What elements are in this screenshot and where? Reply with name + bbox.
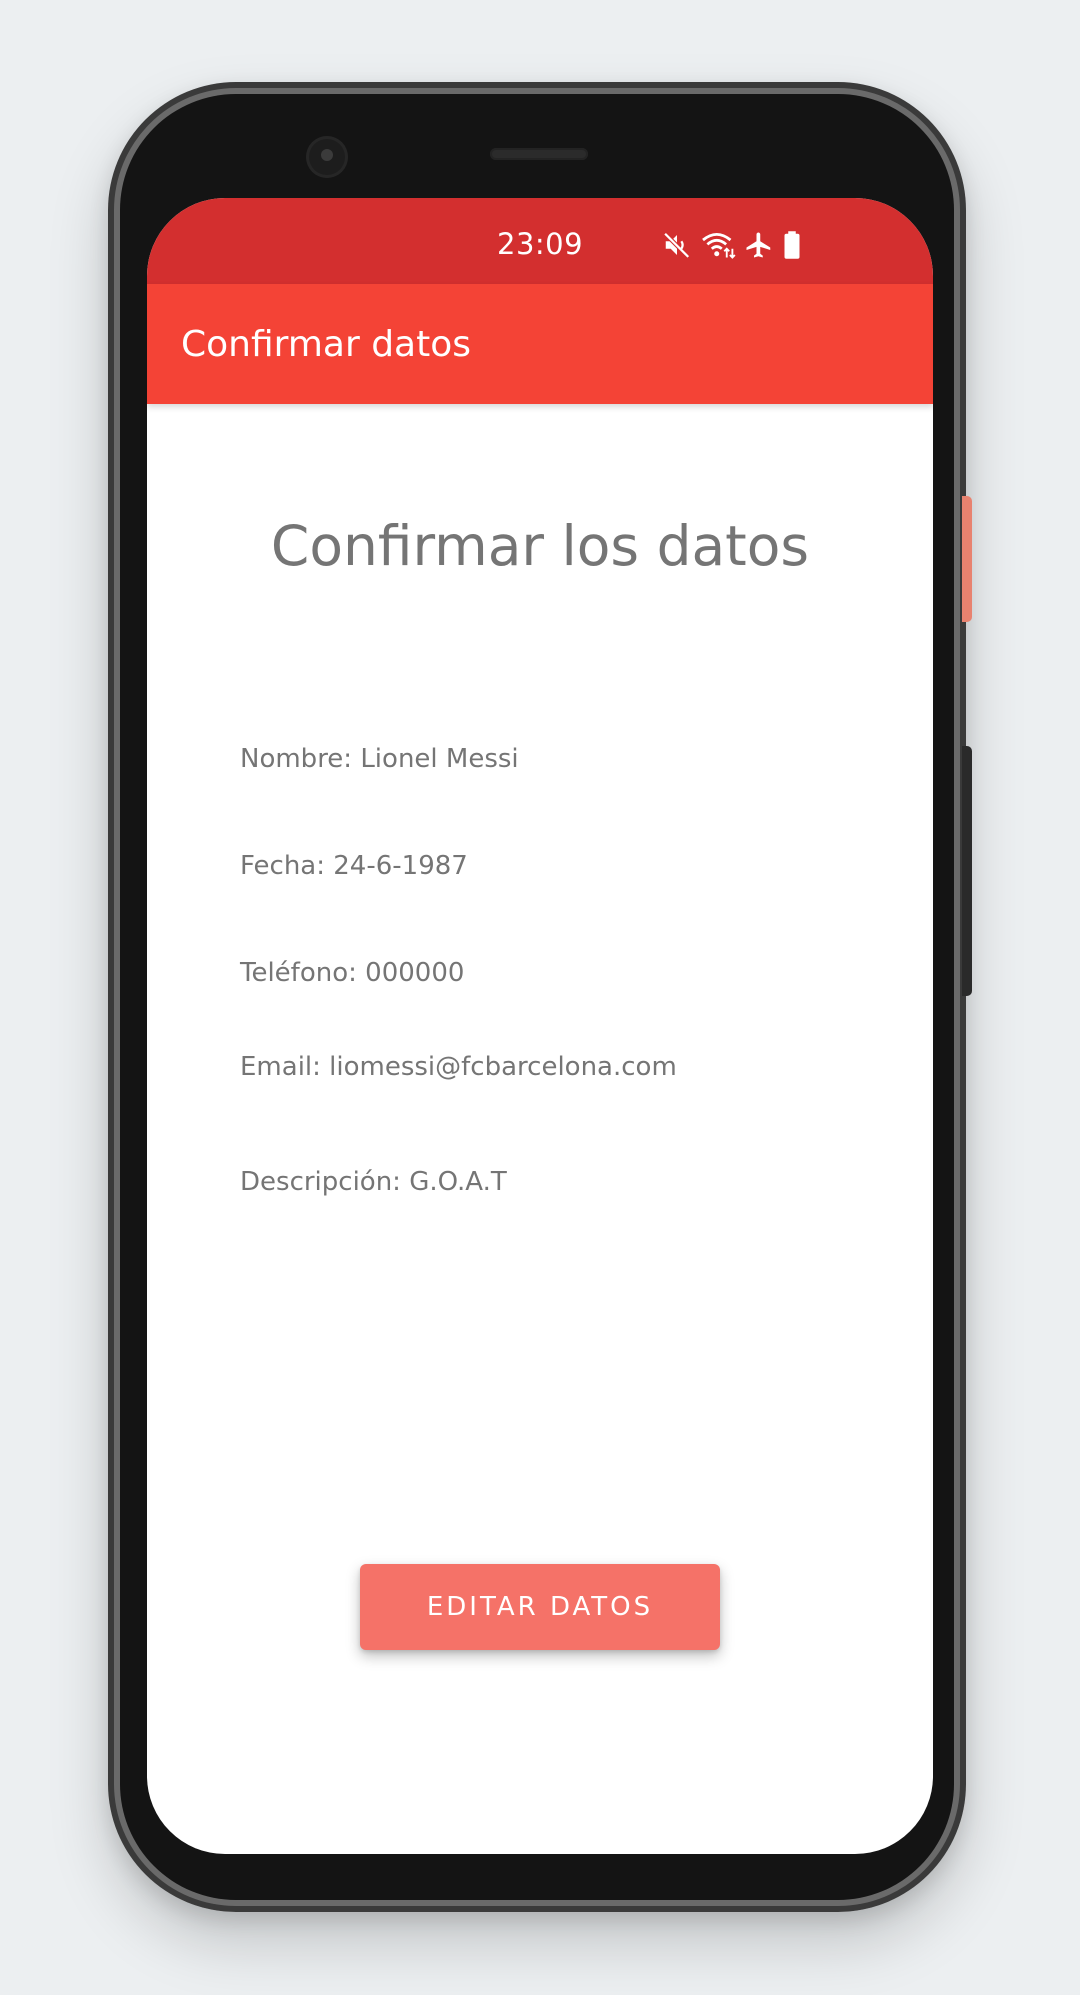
earpiece-speaker <box>490 148 588 160</box>
date-field: Fecha: 24-6-1987 <box>240 851 468 881</box>
screen: 23:09 Confirmar datos Confirmar los dato… <box>147 198 933 1854</box>
volume-button[interactable] <box>962 746 972 996</box>
name-field: Nombre: Lionel Messi <box>240 744 519 774</box>
edit-data-button[interactable]: EDITAR DATOS <box>360 1564 720 1650</box>
email-field: Email: liomessi@fcbarcelona.com <box>240 1052 677 1082</box>
description-field: Descripción: G.O.A.T <box>240 1167 507 1197</box>
airplane-icon <box>744 230 774 260</box>
mute-icon <box>662 230 692 260</box>
power-button[interactable] <box>962 496 972 622</box>
app-bar-title: Confirmar datos <box>181 324 472 365</box>
status-time: 23:09 <box>497 227 584 261</box>
status-bar: 23:09 <box>147 198 933 284</box>
battery-icon <box>782 230 802 260</box>
page-title: Confirmar los datos <box>270 514 810 578</box>
wifi-icon <box>700 230 736 260</box>
front-camera <box>306 136 348 178</box>
phone-field: Teléfono: 000000 <box>240 958 465 988</box>
app-bar: Confirmar datos <box>147 284 933 404</box>
status-icons <box>662 228 802 262</box>
